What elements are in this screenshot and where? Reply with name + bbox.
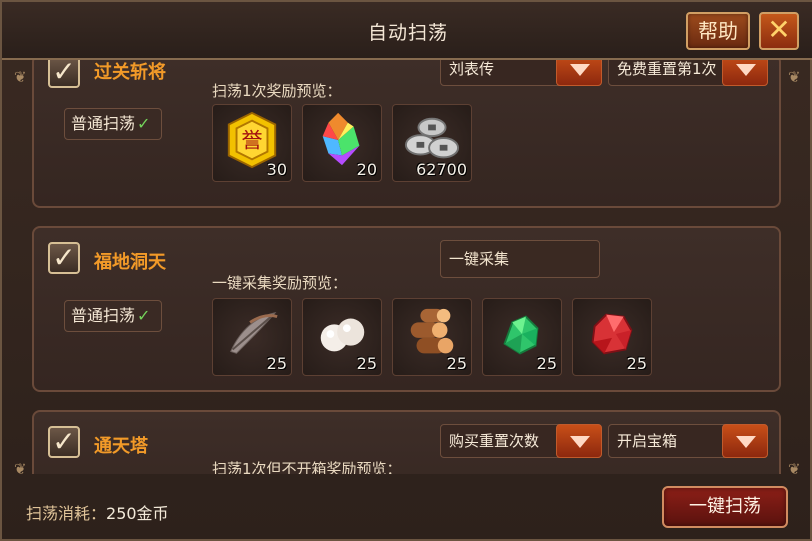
buy-reset-value: 购买重置次数 — [449, 432, 540, 450]
guoguan-chapter-dropdown[interactable]: 刘表传 — [440, 60, 602, 86]
guoguan-chapter-value: 刘表传 — [449, 60, 495, 78]
reward-slot: 62700 — [392, 104, 472, 182]
chevron-down-icon[interactable] — [722, 424, 768, 458]
tongtianta-preview-label: 扫荡1次但不开箱奖励预览： — [212, 460, 402, 474]
guoguan-reset-dropdown[interactable]: 免费重置第1次 — [608, 60, 768, 86]
reward-qty: 25 — [626, 354, 647, 373]
sweep-cost-value: 250金币 — [106, 504, 169, 523]
guoguan-normal-sweep-label: 普通扫荡 — [71, 114, 136, 133]
guoguan-reset-value: 免费重置第1次 — [617, 60, 717, 78]
guoguan-title: 过关斩将 — [94, 62, 166, 83]
one-click-collect-label: 一键采集 — [449, 250, 510, 268]
buy-reset-dropdown[interactable]: 购买重置次数 — [440, 424, 602, 458]
fudi-checkbox[interactable]: ✓ — [48, 242, 80, 274]
fudi-normal-sweep-label: 普通扫荡 — [71, 306, 136, 325]
reward-qty: 62700 — [416, 160, 467, 179]
chevron-down-icon[interactable] — [556, 60, 602, 86]
one-click-sweep-button[interactable]: 一键扫荡 — [662, 486, 788, 528]
section-tongtianta: ✓ 通天塔 购买重置次数 开启宝箱 扫荡1次但不开箱奖励预览： — [32, 410, 781, 474]
reward-qty: 30 — [266, 160, 287, 179]
reward-qty: 25 — [536, 354, 557, 373]
fudi-normal-sweep-button[interactable]: 普通扫荡 ✓ — [64, 300, 162, 332]
title-bar: 自动扫荡 帮助 ✕ — [2, 2, 812, 60]
fudi-title: 福地洞天 — [94, 252, 166, 273]
sweep-cost-label: 扫荡消耗： — [26, 504, 107, 523]
reward-slot: 誉 30 — [212, 104, 292, 182]
help-button[interactable]: 帮助 — [686, 12, 750, 50]
check-icon: ✓ — [137, 306, 151, 325]
close-button[interactable]: ✕ — [759, 12, 799, 50]
tongtianta-checkbox[interactable]: ✓ — [48, 426, 80, 458]
guoguan-normal-sweep-button[interactable]: 普通扫荡 ✓ — [64, 108, 162, 140]
chevron-down-icon[interactable] — [556, 424, 602, 458]
svg-text:誉: 誉 — [241, 129, 262, 154]
check-icon: ✓ — [137, 114, 151, 133]
fudi-preview-label: 一键采集奖励预览： — [212, 274, 348, 292]
reward-slot: 25 — [482, 298, 562, 376]
tongtianta-title: 通天塔 — [94, 436, 148, 457]
sweep-sections: ✓ 过关斩将 刘表传 免费重置第1次 普通扫荡 ✓ 扫荡1次奖励预览： 誉 30… — [16, 60, 800, 474]
reward-qty: 20 — [356, 160, 377, 179]
guoguan-checkbox[interactable]: ✓ — [48, 60, 80, 88]
reward-slot: 20 — [302, 104, 382, 182]
reward-slot: 25 — [572, 298, 652, 376]
open-chest-dropdown[interactable]: 开启宝箱 — [608, 424, 768, 458]
guoguan-preview-label: 扫荡1次奖励预览： — [212, 82, 342, 100]
sweep-cost: 扫荡消耗：250金币 — [26, 500, 169, 524]
reward-slot: 25 — [392, 298, 472, 376]
open-chest-value: 开启宝箱 — [617, 432, 678, 450]
chevron-down-icon[interactable] — [722, 60, 768, 86]
one-click-collect-button[interactable]: 一键采集 — [440, 240, 600, 278]
section-fudi: ✓ 福地洞天 一键采集 普通扫荡 ✓ 一键采集奖励预览： 25 25 25 25… — [32, 226, 781, 392]
reward-qty: 25 — [446, 354, 467, 373]
reward-qty: 25 — [356, 354, 377, 373]
reward-slot: 25 — [302, 298, 382, 376]
auto-sweep-dialog: 自动扫荡 帮助 ✕ ❦ ❦ ❦ ❦ ✓ 过关斩将 刘表传 免费重置第1次 普通扫… — [0, 0, 812, 541]
section-guoguan: ✓ 过关斩将 刘表传 免费重置第1次 普通扫荡 ✓ 扫荡1次奖励预览： 誉 30… — [32, 60, 781, 208]
reward-slot: 25 — [212, 298, 292, 376]
reward-qty: 25 — [266, 354, 287, 373]
